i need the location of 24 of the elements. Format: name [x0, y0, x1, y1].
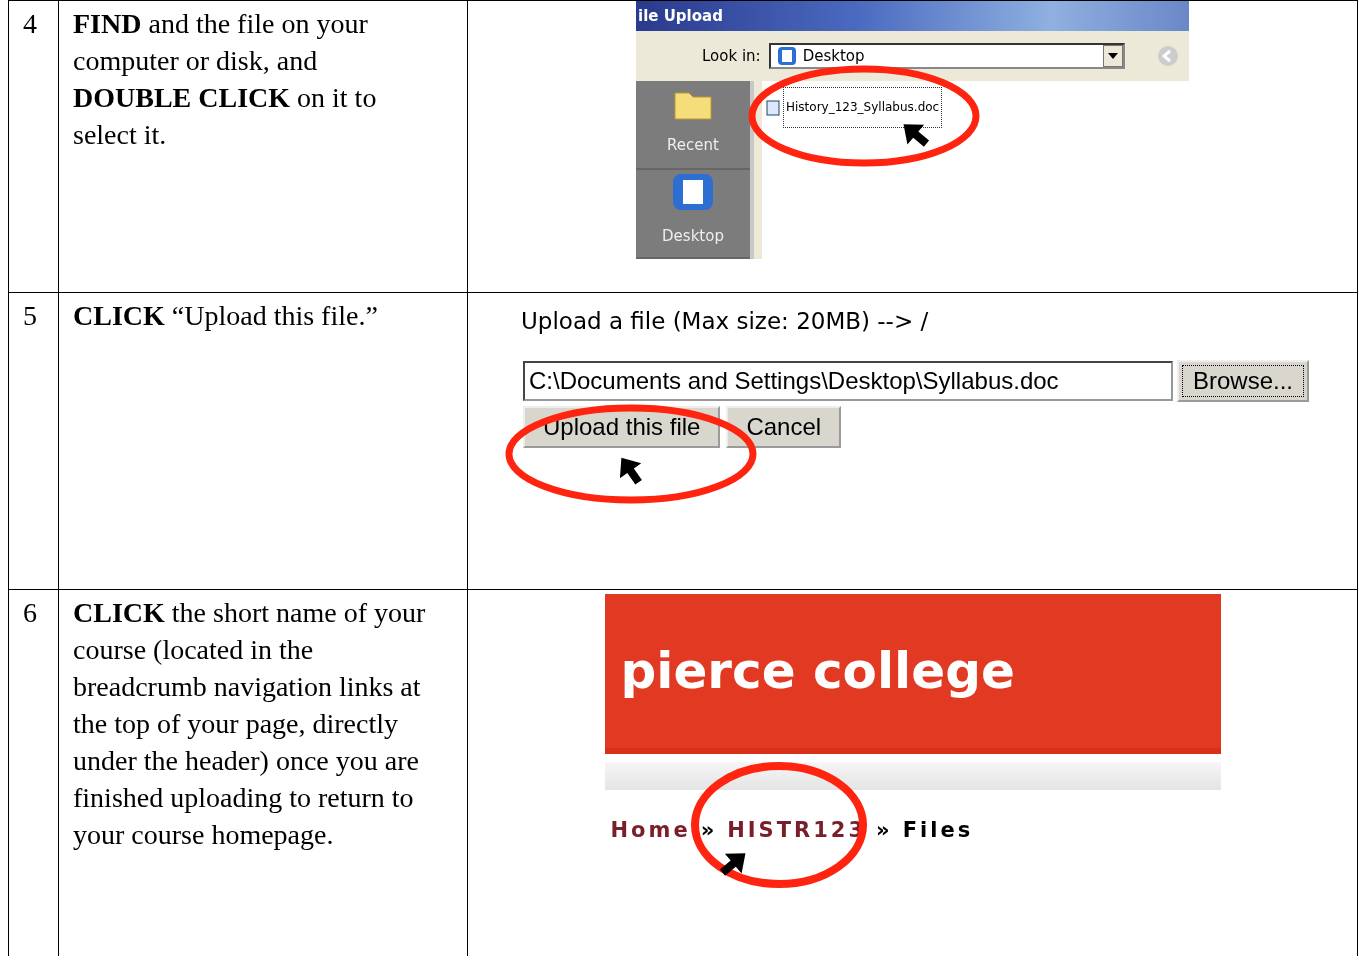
step-number: 6 [23, 597, 37, 628]
look-in-dropdown[interactable]: Desktop [768, 43, 1125, 69]
window-title: ile Upload [636, 1, 1189, 31]
document-icon [766, 99, 780, 116]
desktop-icon [776, 46, 797, 66]
upload-instructions: Upload a file (Max size: 20MB) --> / [521, 307, 929, 336]
step-instruction: CLICK the short name of your course (located in the breadcrumb navigation links at the top of your page, directly under the header) once you are finished uploading to return to your course homepage. [73, 596, 427, 852]
step-number: 4 [23, 8, 37, 39]
places-item[interactable]: Desktop [636, 170, 750, 259]
step-number: 5 [23, 300, 37, 331]
breadcrumb-link[interactable]: Home [610, 812, 691, 849]
cancel-button[interactable]: Cancel [726, 406, 842, 448]
breadcrumb-current: Files [902, 817, 974, 844]
browse-button[interactable]: Browse... [1177, 360, 1310, 402]
desktop-icon [671, 172, 715, 212]
breadcrumb-separator: » [876, 817, 893, 844]
file-path-field[interactable]: C:\Documents and Settings\Desktop\Syllabus.doc [523, 361, 1173, 401]
breadcrumb-separator: » [700, 817, 718, 844]
look-in-label: Look in: [702, 45, 761, 67]
step-instruction: FIND and the file on your computer or disk, and DOUBLE CLICK on it to select it. [73, 7, 378, 152]
places-item[interactable]: Recent [636, 81, 750, 170]
breadcrumb-link[interactable]: HISTR123 [727, 812, 867, 849]
college-logo: pierce college [619, 640, 1016, 702]
step-instruction: CLICK “Upload this file.” [73, 299, 379, 333]
